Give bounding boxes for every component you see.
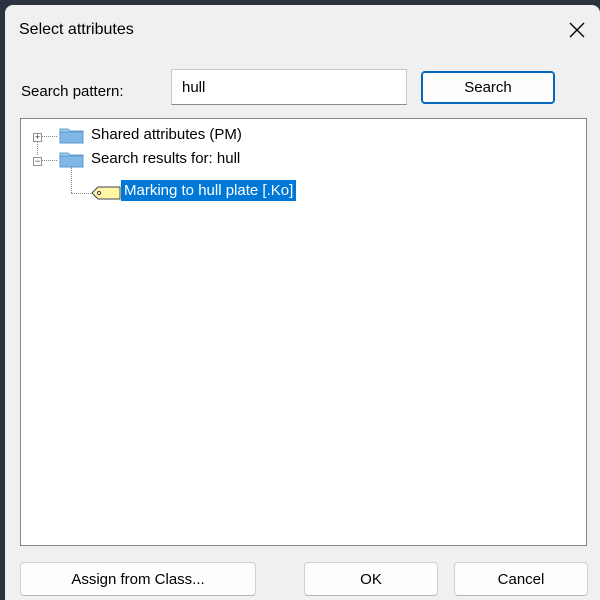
close-icon	[569, 22, 585, 38]
tree-item-label: Search results for: hull	[91, 150, 241, 167]
search-pattern-input[interactable]	[171, 69, 407, 105]
tree-item-label: Shared attributes (PM)	[91, 126, 242, 143]
search-pattern-label: Search pattern:	[21, 83, 124, 100]
tag-icon	[91, 186, 121, 200]
cancel-button[interactable]: Cancel	[454, 562, 588, 596]
attribute-tree[interactable]: + Shared attributes (PM) − Search result…	[20, 118, 587, 546]
search-button[interactable]: Search	[421, 71, 555, 104]
title-bar: Select attributes	[5, 5, 600, 57]
expand-plus-icon[interactable]: +	[33, 133, 42, 142]
folder-icon	[59, 152, 84, 168]
tree-item-search-results[interactable]: − Search results for: hull	[21, 149, 321, 171]
tree-item-marking-to-hull-plate[interactable]: Marking to hull plate [.Ko]	[21, 180, 361, 203]
select-attributes-dialog: Select attributes Search pattern: Search…	[5, 5, 600, 600]
assign-from-class-button[interactable]: Assign from Class...	[20, 562, 256, 596]
tree-item-label-selected: Marking to hull plate [.Ko]	[121, 180, 297, 201]
folder-icon	[59, 128, 84, 144]
collapse-minus-icon[interactable]: −	[33, 157, 42, 166]
dialog-title: Select attributes	[19, 21, 134, 38]
ok-button[interactable]: OK	[304, 562, 438, 596]
close-button[interactable]	[554, 5, 600, 57]
tree-item-shared-attributes[interactable]: + Shared attributes (PM)	[21, 125, 321, 147]
